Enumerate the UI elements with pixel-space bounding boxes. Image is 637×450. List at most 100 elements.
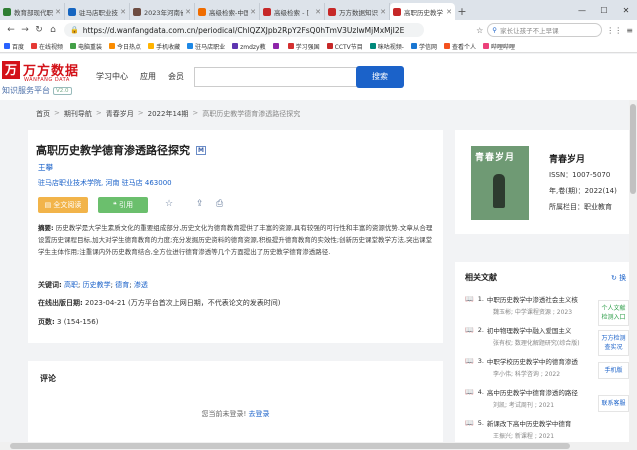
bookmark-item[interactable]: 今日热点 bbox=[109, 42, 141, 51]
bookmark-favicon-icon bbox=[369, 43, 376, 49]
bookmark-item[interactable]: 咪咕视频- bbox=[369, 42, 404, 51]
browser-tab[interactable]: 教育部现代职 ✕ bbox=[0, 3, 65, 20]
bookmark-item[interactable]: 在线视频 bbox=[31, 42, 63, 51]
browser-tab[interactable]: 高职历史教学 ✕ bbox=[390, 3, 455, 20]
contact-support-button[interactable]: 联系客服 bbox=[598, 395, 629, 412]
nav-learning-center[interactable]: 学习中心 bbox=[96, 71, 128, 82]
browser-tab[interactable]: 高级检索-中国 ✕ bbox=[195, 3, 260, 20]
share-icon[interactable]: ⇪ bbox=[196, 199, 204, 209]
browser-tab[interactable]: 高级检索 - [ ✕ bbox=[260, 3, 325, 20]
horizontal-scroll-thumb[interactable] bbox=[10, 443, 570, 449]
login-link[interactable]: 去登录 bbox=[249, 410, 270, 418]
nav-member[interactable]: 会员 bbox=[168, 71, 184, 82]
article-affiliation[interactable]: 驻马店职业技术学院, 河南 驻马店 463000 bbox=[38, 178, 172, 188]
vertical-scroll-thumb[interactable] bbox=[630, 104, 636, 194]
forward-icon[interactable]: → bbox=[18, 25, 32, 35]
breadcrumb-separator: > bbox=[95, 109, 102, 117]
bookmark-favicon-icon bbox=[410, 43, 417, 49]
back-icon[interactable]: ← bbox=[4, 25, 18, 35]
mobile-version-button[interactable]: 手机版 bbox=[598, 362, 629, 379]
keyword-link[interactable]: 德育 bbox=[115, 281, 129, 289]
browser-tab[interactable]: 万方数据知识 ✕ bbox=[325, 3, 390, 20]
tab-close-icon[interactable]: ✕ bbox=[55, 8, 61, 16]
tab-close-icon[interactable]: ✕ bbox=[380, 8, 386, 16]
minimize-icon[interactable]: — bbox=[571, 6, 593, 15]
tab-close-icon[interactable]: ✕ bbox=[120, 8, 126, 16]
breadcrumb-journals[interactable]: 期刊导航 bbox=[64, 109, 92, 119]
tab-close-icon[interactable]: ✕ bbox=[250, 8, 256, 16]
tab-close-icon[interactable]: ✕ bbox=[185, 8, 191, 16]
menu-icon[interactable]: ≡ bbox=[626, 26, 633, 35]
print-icon[interactable]: ⎙ bbox=[216, 199, 223, 209]
nav-apps[interactable]: 应用 bbox=[140, 71, 156, 82]
bookmark-item[interactable]: 百度 bbox=[4, 42, 24, 51]
keyword-link[interactable]: 历史教学 bbox=[83, 281, 111, 289]
bookmark-favicon-icon bbox=[148, 43, 155, 49]
fulltext-read-button[interactable]: ▤ 全文阅读 bbox=[38, 197, 88, 213]
related-doc-item[interactable]: 📖 5. 新课改下高中历史教学中德育 王振兴; 新课程 ; 2021 bbox=[465, 418, 635, 440]
breadcrumb-journal[interactable]: 青春岁月 bbox=[106, 109, 134, 119]
maximize-icon[interactable]: ☐ bbox=[593, 6, 615, 15]
related-doc-title[interactable]: 中职历史教学中渗透社会主义核 bbox=[487, 294, 578, 304]
tab-label: 驻马店职业技 bbox=[79, 8, 118, 17]
bookmark-item[interactable]: zmdzy教 bbox=[232, 42, 266, 51]
search-button[interactable]: 搜索 bbox=[356, 66, 404, 88]
bookmark-item[interactable]: 电脑重装 bbox=[70, 42, 102, 51]
browser-tab[interactable]: 驻马店职业技 ✕ bbox=[65, 3, 130, 20]
related-doc-title[interactable]: 初中物理教学中融入爱国主义 bbox=[487, 325, 572, 335]
extensions-icon[interactable]: ⋮⋮ bbox=[606, 26, 622, 35]
cite-button[interactable]: ❝ 引用 bbox=[98, 197, 148, 213]
related-doc-title[interactable]: 新课改下高中历史教学中德育 bbox=[487, 418, 572, 428]
bookmark-item[interactable] bbox=[272, 43, 281, 49]
logo-en: WANFANG DATA bbox=[24, 77, 70, 83]
wanfang-check-label: 万方检测查实况 bbox=[601, 335, 626, 351]
bookmark-favicon-icon bbox=[443, 43, 450, 49]
bookmark-item[interactable]: CCTV节目 bbox=[326, 42, 363, 51]
bookmark-star-icon[interactable]: ☆ bbox=[476, 26, 483, 35]
related-doc-number: 4. bbox=[477, 388, 484, 396]
tab-favicon-icon bbox=[3, 7, 11, 16]
reload-icon[interactable]: ↻ bbox=[32, 25, 46, 35]
related-doc-title[interactable]: 中职学校历史教学中的德育渗透 bbox=[487, 356, 578, 366]
refresh-button[interactable]: ↻ 换 bbox=[611, 273, 626, 283]
article-title: 高职历史教学德育渗透路径探究 bbox=[36, 144, 190, 157]
indexing-badge: M bbox=[196, 145, 206, 155]
bookmark-favicon-icon bbox=[232, 43, 239, 49]
home-icon[interactable]: ⌂ bbox=[46, 25, 60, 35]
lock-icon: 🔒 bbox=[70, 26, 79, 34]
bookmark-label: 电脑重装 bbox=[78, 43, 103, 51]
breadcrumb-current: 高职历史教学德育渗透路径探究 bbox=[202, 110, 301, 118]
bookmark-label: 百度 bbox=[12, 43, 25, 51]
journal-name[interactable]: 青春岁月 bbox=[549, 152, 585, 165]
tab-close-icon[interactable]: ✕ bbox=[446, 8, 452, 16]
new-tab-button[interactable]: + bbox=[455, 3, 469, 20]
logo-version: V2.0 bbox=[53, 86, 72, 95]
bookmark-item[interactable]: 哔哩哔哩 bbox=[482, 42, 515, 51]
bookmark-item[interactable]: 学习强国 bbox=[287, 42, 320, 51]
wanfang-check-button[interactable]: 万方检测查实况 bbox=[598, 330, 629, 356]
wanfang-logo[interactable]: 万 万方数据 WANFANG DATA 知识服务平台 V2.0 bbox=[2, 60, 79, 96]
personal-check-entry[interactable]: 个人文献检测入口 bbox=[598, 300, 629, 326]
related-doc-title[interactable]: 高中历史教学中德育渗透的路径 bbox=[487, 387, 578, 397]
favorite-star-icon[interactable]: ☆ bbox=[165, 199, 173, 209]
bookmark-item[interactable]: 手机收藏 bbox=[148, 42, 180, 51]
bookmark-item[interactable]: 学信网 bbox=[410, 42, 437, 51]
book-icon: 📖 bbox=[465, 419, 474, 427]
bookmark-item[interactable]: 驻马店职业 bbox=[187, 42, 225, 51]
keyword-link[interactable]: 高职 bbox=[64, 281, 78, 289]
browser-search-input[interactable]: ⚲ 家长让孩子不上早课 bbox=[487, 23, 603, 37]
keyword-link[interactable]: 渗透 bbox=[134, 281, 148, 289]
bookmark-item[interactable]: 查看个人 bbox=[443, 42, 476, 51]
breadcrumb-issue[interactable]: 2022年14期 bbox=[148, 109, 189, 119]
url-text: https://d.wanfangdata.com.cn/periodical/… bbox=[82, 25, 405, 35]
breadcrumb-home[interactable]: 首页 bbox=[36, 109, 50, 119]
site-search-input[interactable] bbox=[194, 67, 374, 87]
tab-label: 高级检索 - [ bbox=[274, 8, 310, 17]
tab-label: 高级检索-中国 bbox=[209, 8, 249, 17]
browser-tab[interactable]: 2023年河南省 ✕ bbox=[130, 3, 195, 20]
url-input[interactable]: 🔒 https://d.wanfangdata.com.cn/periodica… bbox=[64, 23, 424, 37]
article-author[interactable]: 王攀 bbox=[38, 162, 53, 173]
journal-cover-image[interactable]: 青春岁月 bbox=[471, 146, 529, 220]
close-icon[interactable]: ✕ bbox=[615, 6, 637, 15]
tab-close-icon[interactable]: ✕ bbox=[315, 8, 321, 16]
